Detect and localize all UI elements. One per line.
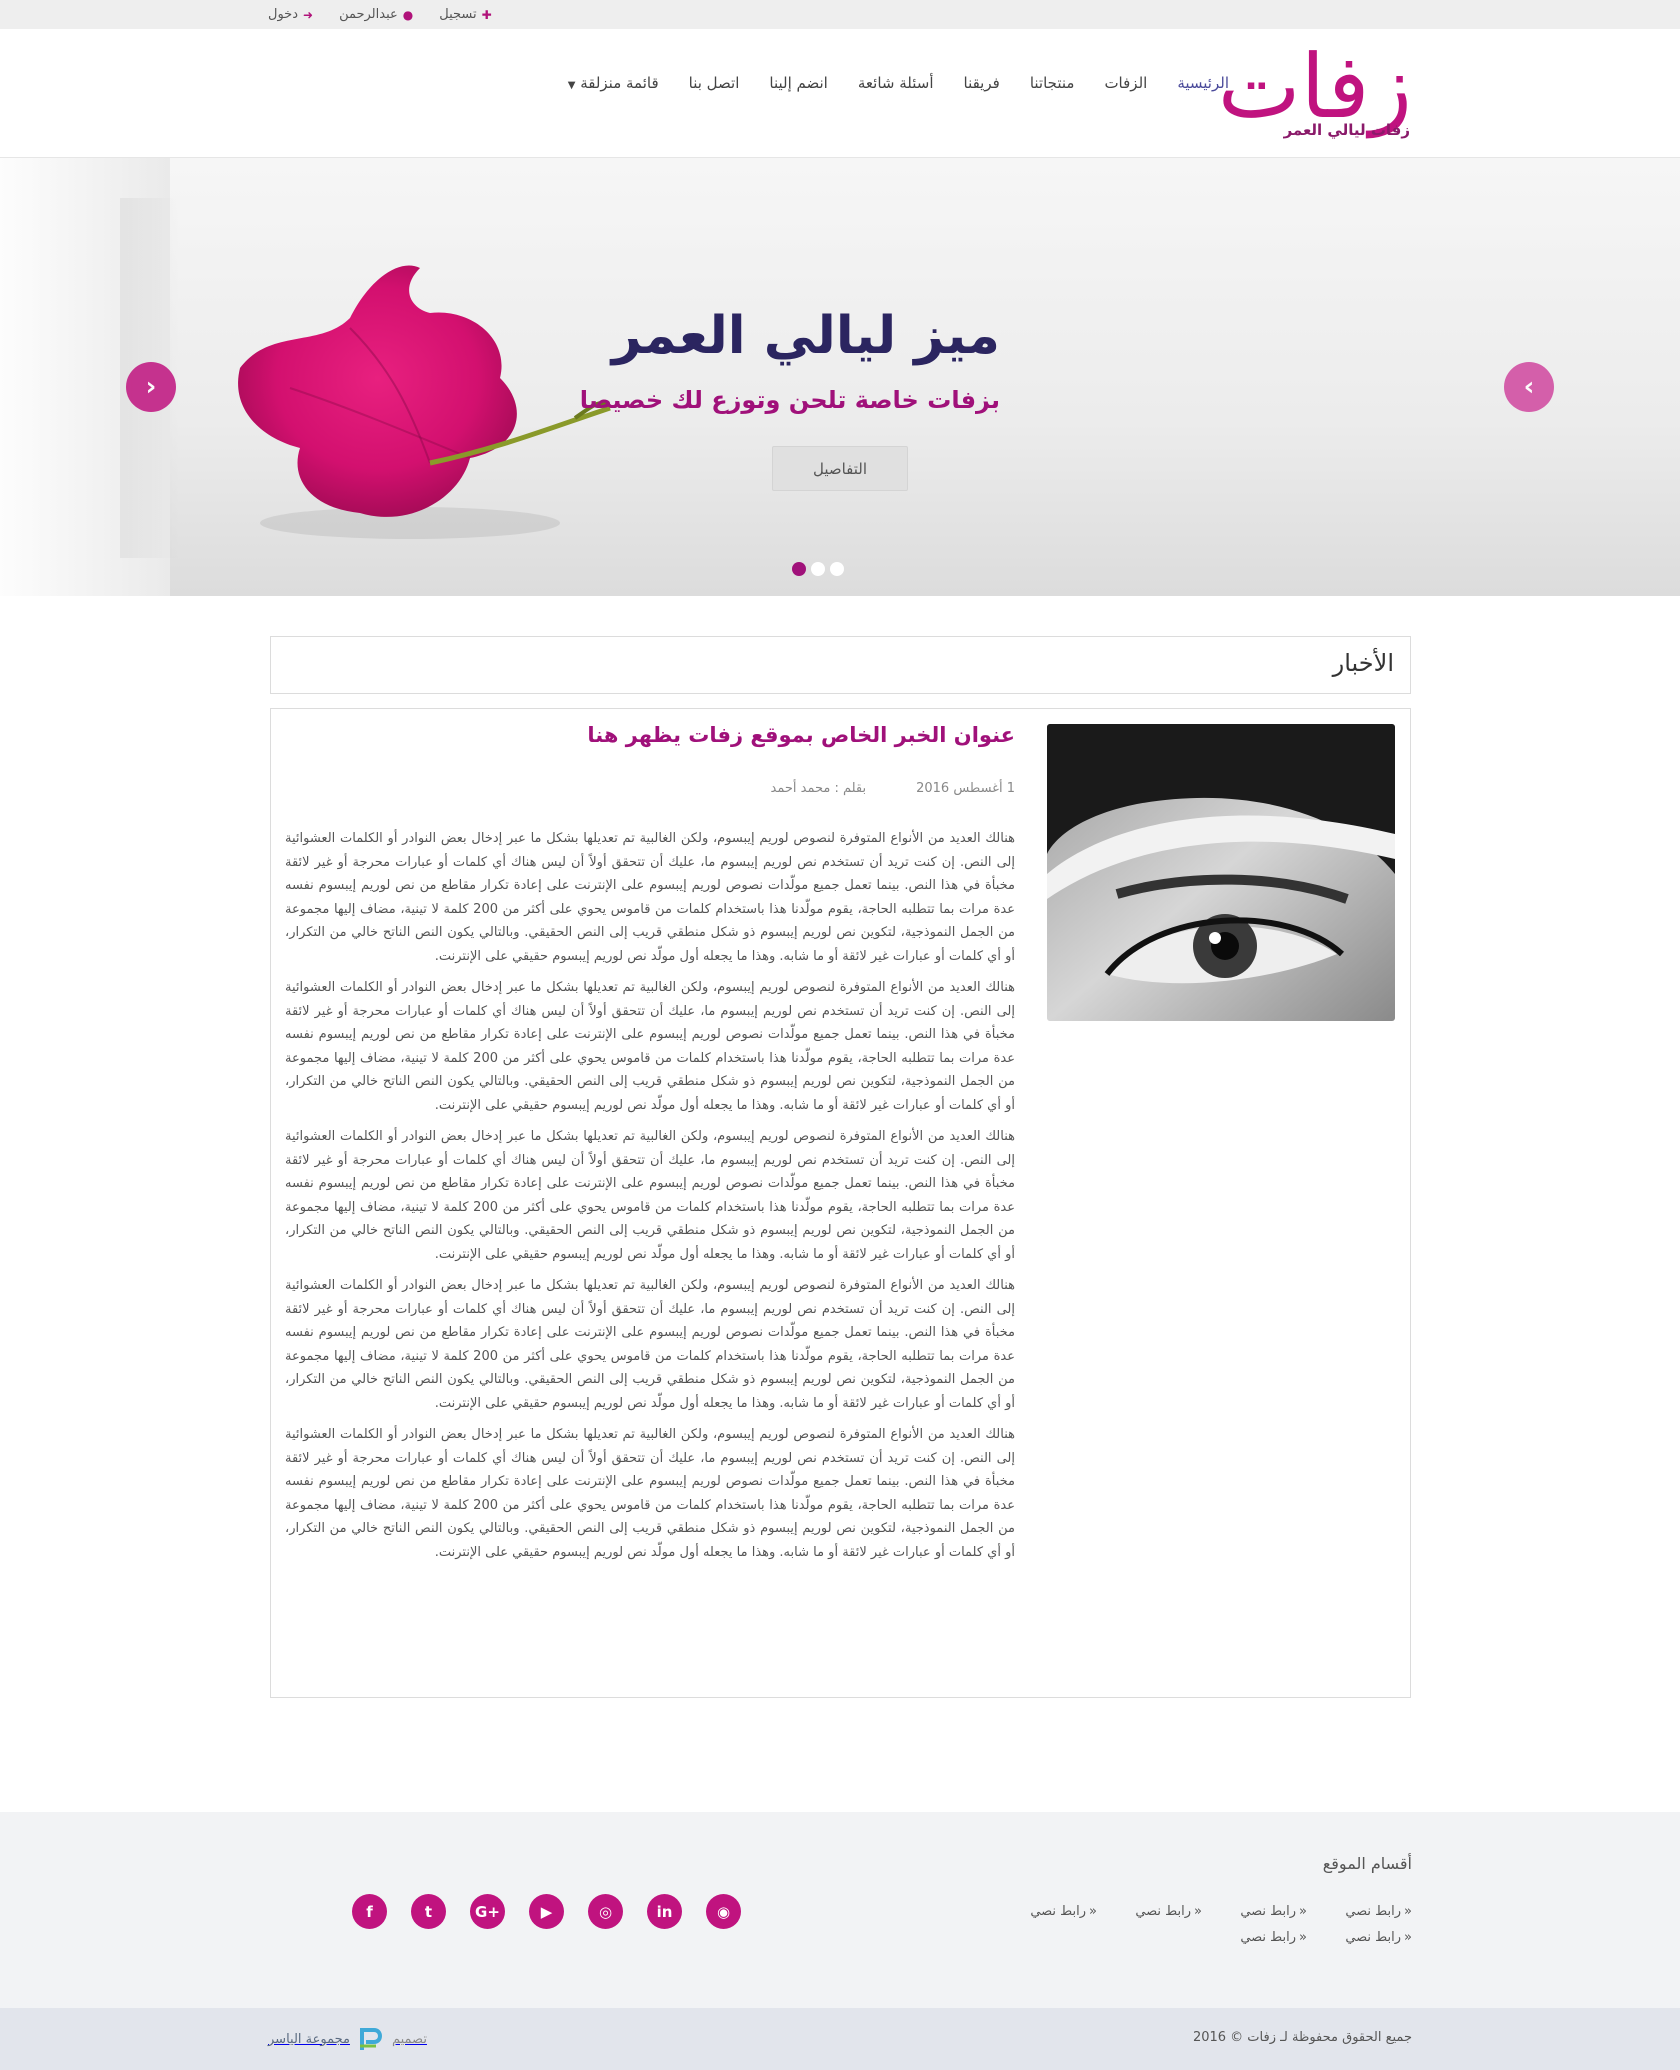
chevron-left-icon: ‹ [145,372,157,402]
eye-photo [1047,724,1395,1021]
designer-logo-icon [359,2028,382,2050]
credit-brand: مجموعة الياسر [268,2031,350,2047]
login-link[interactable]: ➜ دخول [268,7,313,22]
double-chevron-icon: « [1089,1904,1097,1919]
slider-dots [792,562,844,576]
news-section-header: الأخبار [270,636,1411,694]
nav-item-zaffat[interactable]: الزفات [1104,74,1147,92]
nav-item-faq[interactable]: أسئلة شائعة [858,74,934,92]
article-body: هنالك العديد من الأنواع المتوفرة لنصوص ل… [285,827,1015,1572]
nav-item-home[interactable]: الرئيسية [1177,74,1229,92]
nav-item-products[interactable]: منتجاتنا [1030,74,1075,92]
instagram-icon[interactable]: ◎ [588,1894,623,1929]
footer-link-label: رابط نصي [1030,1904,1087,1919]
top-utility-bar: ➜ دخول ● عبدالرحمن ✚ تسجيل [0,0,1680,29]
twitter-icon[interactable]: t [411,1894,446,1929]
footer-heading: أقسام الموقع [1322,1854,1412,1873]
double-chevron-icon: « [1404,1904,1412,1919]
news-heading: الأخبار [1332,649,1394,677]
social-icons: f t G+ ▶ ◎ in ◉ [352,1894,741,1929]
facebook-icon[interactable]: f [352,1894,387,1929]
footer-link[interactable]: «رابط نصي [1097,1904,1202,1919]
footer-link[interactable]: «رابط نصي [1307,1904,1412,1919]
user-link[interactable]: ● عبدالرحمن [339,7,413,22]
account-links: ➜ دخول ● عبدالرحمن ✚ تسجيل [268,0,492,29]
footer-link[interactable]: «رابط نصي [1202,1904,1307,1919]
site-logo[interactable]: زفات زفات ليالي العمر [1218,41,1412,141]
news-article: عنوان الخبر الخاص بموقع زفات يظهر هنا 1 … [270,708,1411,1698]
footer-link-label: رابط نصي [1135,1904,1192,1919]
article-title[interactable]: عنوان الخبر الخاص بموقع زفات يظهر هنا [587,723,1015,747]
double-chevron-icon: « [1299,1930,1307,1945]
article-paragraph: هنالك العديد من الأنواع المتوفرة لنصوص ل… [285,831,1015,964]
footer-link[interactable]: «رابط نصي [1307,1930,1412,1945]
article-image[interactable] [1047,724,1395,1021]
google-plus-icon[interactable]: G+ [470,1894,505,1929]
chevron-right-icon: › [1523,372,1535,402]
hero-slider: ميز ليالي العمر بزفات خاصة تلحن وتوزع لك… [0,158,1680,596]
double-chevron-icon: « [1194,1904,1202,1919]
user-plus-icon: ✚ [481,7,492,22]
sign-in-icon: ➜ [303,7,314,22]
article-paragraph: هنالك العديد من الأنواع المتوفرة لنصوص ل… [285,1278,1015,1411]
rss-icon[interactable]: ◉ [706,1894,741,1929]
footer-link-label: رابط نصي [1345,1930,1402,1945]
main-nav: الرئيسية الزفات منتجاتنا فريقنا أسئلة شا… [564,74,1229,92]
linkedin-icon[interactable]: in [647,1894,682,1929]
logo-wordmark: زفات [1217,35,1412,138]
youtube-icon[interactable]: ▶ [529,1894,564,1929]
site-footer: أقسام الموقع «رابط نصي «رابط نصي «رابط ن… [0,1812,1680,2008]
designer-credit[interactable]: تصميم مجموعة الياسر [268,2024,427,2054]
nav-item-join[interactable]: انضم إلينا [769,74,827,92]
slider-dot-active[interactable] [792,562,806,576]
footer-link[interactable]: «رابط نصي [1202,1930,1307,1945]
nav-dropdown-label: قائمة منزلقة [580,74,659,92]
caret-down-icon: ▼ [567,80,576,91]
slider-dot[interactable] [811,562,825,576]
hero-title: ميز ليالي العمر [611,306,1000,366]
user-label: عبدالرحمن [339,7,398,22]
user-icon: ● [402,7,414,22]
footer-links: «رابط نصي «رابط نصي «رابط نصي «رابط نصي … [992,1904,1412,1945]
double-chevron-icon: « [1299,1904,1307,1919]
slider-next-button[interactable]: › [1504,362,1554,412]
credit-label: تصميم [391,2031,427,2047]
footer-link-label: رابط نصي [1240,1930,1297,1945]
article-paragraph: هنالك العديد من الأنواع المتوفرة لنصوص ل… [285,1427,1015,1560]
footer-link[interactable]: «رابط نصي [992,1904,1097,1919]
login-label: دخول [268,7,298,22]
details-button[interactable]: التفاصيل [772,446,908,491]
double-chevron-icon: « [1404,1930,1412,1945]
article-meta: 1 أغسطس 2016 بقلم : محمد أحمد [771,781,1016,796]
footer-link-label: رابط نصي [1240,1904,1297,1919]
nav-dropdown[interactable]: قائمة منزلقة ▼ [564,74,659,92]
nav-item-team[interactable]: فريقنا [964,74,1000,92]
footer-link-label: رابط نصي [1345,1904,1402,1919]
copyright-text: جميع الحقوق محفوظة لـ زفات © 2016 [1192,2030,1412,2045]
site-header: زفات زفات ليالي العمر الرئيسية الزفات من… [0,29,1680,158]
footer-bottom-bar: جميع الحقوق محفوظة لـ زفات © 2016 تصميم … [0,2008,1680,2070]
article-paragraph: هنالك العديد من الأنواع المتوفرة لنصوص ل… [285,980,1015,1113]
hero-subtitle: بزفات خاصة تلحن وتوزع لك خصيصا [579,386,1000,414]
register-label: تسجيل [439,7,477,22]
article-paragraph: هنالك العديد من الأنواع المتوفرة لنصوص ل… [285,1129,1015,1262]
register-link[interactable]: ✚ تسجيل [439,7,491,22]
slider-dot[interactable] [830,562,844,576]
article-date: 1 أغسطس 2016 [916,781,1015,796]
nav-item-contact[interactable]: اتصل بنا [689,74,740,92]
article-author: بقلم : محمد أحمد [770,781,867,796]
logo-tagline: زفات ليالي العمر [1283,121,1410,139]
slider-prev-button[interactable]: ‹ [126,362,176,412]
